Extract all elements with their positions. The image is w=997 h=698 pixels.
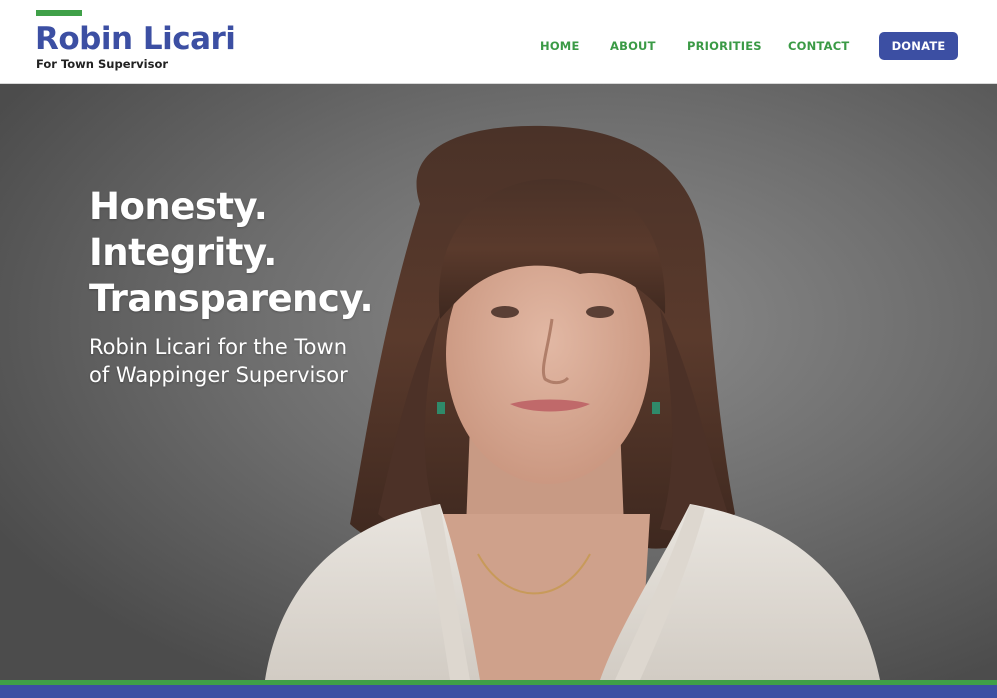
nav-contact[interactable]: CONTACT bbox=[788, 39, 849, 53]
footer-blue-stripe bbox=[0, 685, 997, 698]
hero-headline-integrity: Integrity. bbox=[89, 231, 277, 274]
hero-tagline-line1: Robin Licari for the Town bbox=[89, 335, 348, 359]
nav-priorities[interactable]: PRIORITIES bbox=[687, 39, 762, 53]
logo-subtitle[interactable]: For Town Supervisor bbox=[36, 57, 168, 71]
nav-home[interactable]: HOME bbox=[540, 39, 580, 53]
hero-headline-transparency: Transparency. bbox=[89, 277, 374, 320]
hero-headline-honesty: Honesty. bbox=[89, 185, 268, 228]
hero-tagline-line2: of Wappinger Supervisor bbox=[89, 363, 348, 387]
site-header: Robin Licari For Town Supervisor HOME AB… bbox=[0, 0, 997, 84]
donate-button[interactable]: DONATE bbox=[879, 32, 958, 60]
logo-accent-bar bbox=[36, 10, 82, 16]
hero-section: Honesty. Integrity. Transparency. Robin … bbox=[0, 84, 997, 680]
logo-name[interactable]: Robin Licari bbox=[35, 20, 236, 58]
nav-about[interactable]: ABOUT bbox=[610, 39, 656, 53]
